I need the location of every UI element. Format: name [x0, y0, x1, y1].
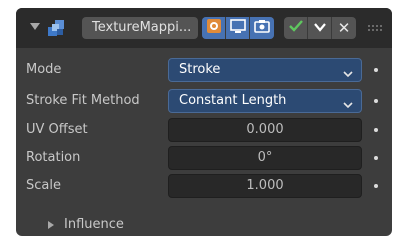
apply-button[interactable] [284, 17, 308, 39]
dropdown-chevron-icon [313, 19, 327, 38]
rotation-field[interactable]: 0° [168, 146, 362, 170]
expand-arrow-icon [48, 221, 54, 229]
stroke-fit-label: Stroke Fit Method [26, 93, 140, 108]
viewport-display-icon [229, 18, 246, 38]
mode-dropdown[interactable]: Stroke [168, 58, 362, 82]
influence-subpanel-header[interactable]: Influence [16, 214, 392, 236]
keyframe-dot-icon[interactable] [374, 68, 378, 72]
mode-row: Mode Stroke [16, 58, 392, 82]
edit-mode-toggle[interactable] [202, 17, 226, 39]
chevron-down-icon [343, 65, 353, 78]
keyframe-dot-icon[interactable] [374, 184, 378, 188]
render-icon [254, 18, 270, 38]
keyframe-dot-icon[interactable] [374, 156, 378, 160]
rotation-row: Rotation 0° [16, 146, 392, 170]
keyframe-dot-icon[interactable] [374, 99, 378, 103]
scale-field[interactable]: 1.000 [168, 174, 362, 198]
render-toggle[interactable] [250, 17, 274, 39]
stroke-fit-dropdown[interactable]: Constant Length [168, 89, 362, 113]
influence-label: Influence [64, 217, 124, 232]
mode-value: Stroke [179, 62, 221, 77]
extra-options-dropdown[interactable] [308, 17, 332, 39]
modifier-header: TextureMappi... ✕ [16, 8, 392, 48]
close-icon: ✕ [337, 19, 351, 37]
chevron-down-icon [343, 96, 353, 109]
edit-mode-icon [206, 18, 222, 38]
apply-check-icon [288, 18, 304, 38]
viewport-display-toggle[interactable] [226, 17, 250, 39]
uv-offset-label: UV Offset [26, 122, 88, 137]
scale-label: Scale [26, 178, 61, 193]
modifier-actions-group: ✕ [284, 17, 356, 39]
keyframe-dot-icon[interactable] [374, 128, 378, 132]
mode-label: Mode [26, 62, 62, 77]
rotation-label: Rotation [26, 150, 81, 165]
texture-mapping-modifier-icon [46, 18, 66, 38]
collapse-arrow-icon[interactable] [30, 23, 40, 30]
stroke-fit-row: Stroke Fit Method Constant Length [16, 89, 392, 113]
uv-offset-row: UV Offset 0.000 [16, 118, 392, 142]
delete-modifier-button[interactable]: ✕ [332, 17, 356, 39]
drag-grip-icon[interactable] [368, 25, 382, 31]
stroke-fit-value: Constant Length [179, 93, 287, 108]
modifier-name-field[interactable]: TextureMappi... [82, 17, 198, 39]
modifier-panel: TextureMappi... ✕ Mode Stroke Stroke Fit… [16, 8, 392, 236]
visibility-toggle-group [202, 17, 274, 39]
uv-offset-field[interactable]: 0.000 [168, 118, 362, 142]
scale-row: Scale 1.000 [16, 174, 392, 198]
